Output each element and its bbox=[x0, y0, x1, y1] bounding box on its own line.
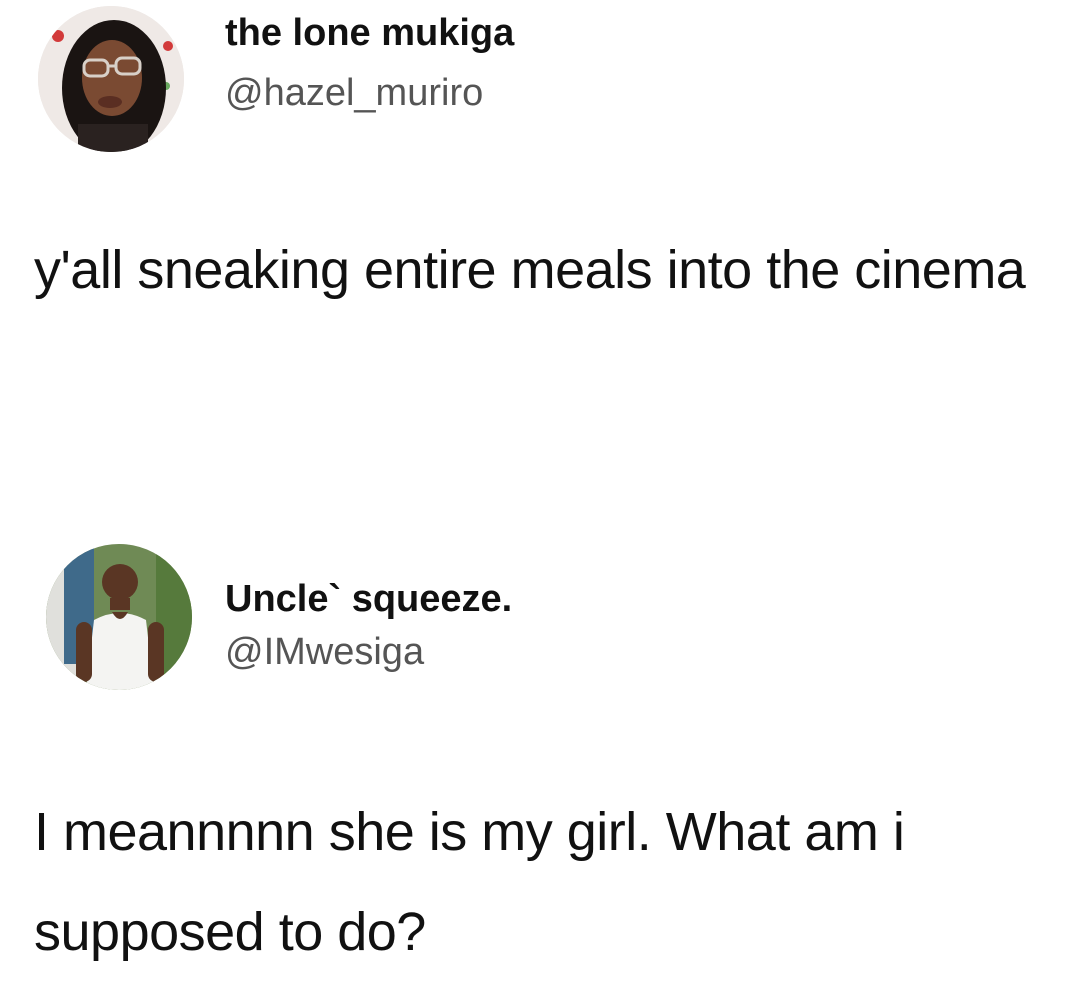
user-handle[interactable]: @hazel_muriro bbox=[225, 74, 483, 112]
avatar[interactable] bbox=[46, 544, 192, 690]
display-name[interactable]: Uncle` squeeze. bbox=[225, 580, 512, 618]
display-name[interactable]: the lone mukiga bbox=[225, 14, 514, 52]
avatar[interactable] bbox=[38, 6, 184, 152]
user-handle[interactable]: @IMwesiga bbox=[225, 633, 424, 671]
profile-photo-icon bbox=[38, 6, 184, 152]
tweet-text: I meannnnn she is my girl. What am i sup… bbox=[34, 802, 905, 962]
tweet-card: the lone mukiga @hazel_muriro y'all snea… bbox=[0, 0, 1080, 520]
profile-photo-icon bbox=[46, 544, 192, 690]
tweet-card: Uncle` squeeze. @IMwesiga I meannnnn she… bbox=[0, 520, 1080, 962]
tweet-text: y'all sneaking entire meals into the cin… bbox=[34, 240, 1026, 300]
